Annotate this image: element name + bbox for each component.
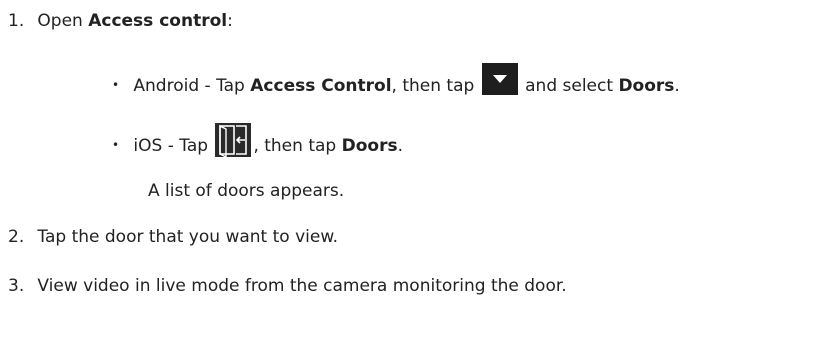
android-bold-2: Doors: [618, 76, 675, 96]
android-text-end: .: [674, 76, 680, 96]
dropdown-arrow-icon: [481, 63, 518, 95]
step-number: 1.: [8, 11, 25, 31]
ios-text: iOS - Tap: [133, 136, 214, 156]
ios-text-mid: , then tap: [253, 136, 342, 156]
ios-bullet-item: • iOS - Tap , then tap Doors.: [112, 123, 403, 157]
android-text-mid: , then tap: [391, 76, 480, 96]
result-note: A list of doors appears.: [148, 181, 345, 201]
step-number: 3.: [8, 276, 25, 296]
step-text: Tap the door that you want to view.: [37, 227, 339, 247]
android-text-post: and select: [519, 76, 619, 96]
step-text-end: :: [227, 11, 233, 31]
android-bullet-item: • Android - Tap Access Control, then tap…: [112, 63, 680, 97]
step-2: 2. Tap the door that you want to view.: [8, 226, 338, 248]
bullet: •: [112, 138, 120, 152]
ios-text-end: .: [397, 136, 403, 156]
step-1: 1. Open Access control:: [8, 10, 233, 32]
step-3: 3. View video in live mode from the came…: [8, 275, 567, 297]
step-number: 2.: [8, 227, 25, 247]
door-enter-icon: [215, 123, 252, 157]
step-text: View video in live mode from the camera …: [37, 276, 567, 296]
android-bold-1: Access Control: [250, 76, 392, 96]
step-bold: Access control: [88, 11, 228, 31]
bullet: •: [112, 78, 120, 92]
android-text: Android - Tap: [133, 76, 251, 96]
step-text: Open: [37, 11, 89, 31]
ios-bold: Doors: [341, 136, 398, 156]
